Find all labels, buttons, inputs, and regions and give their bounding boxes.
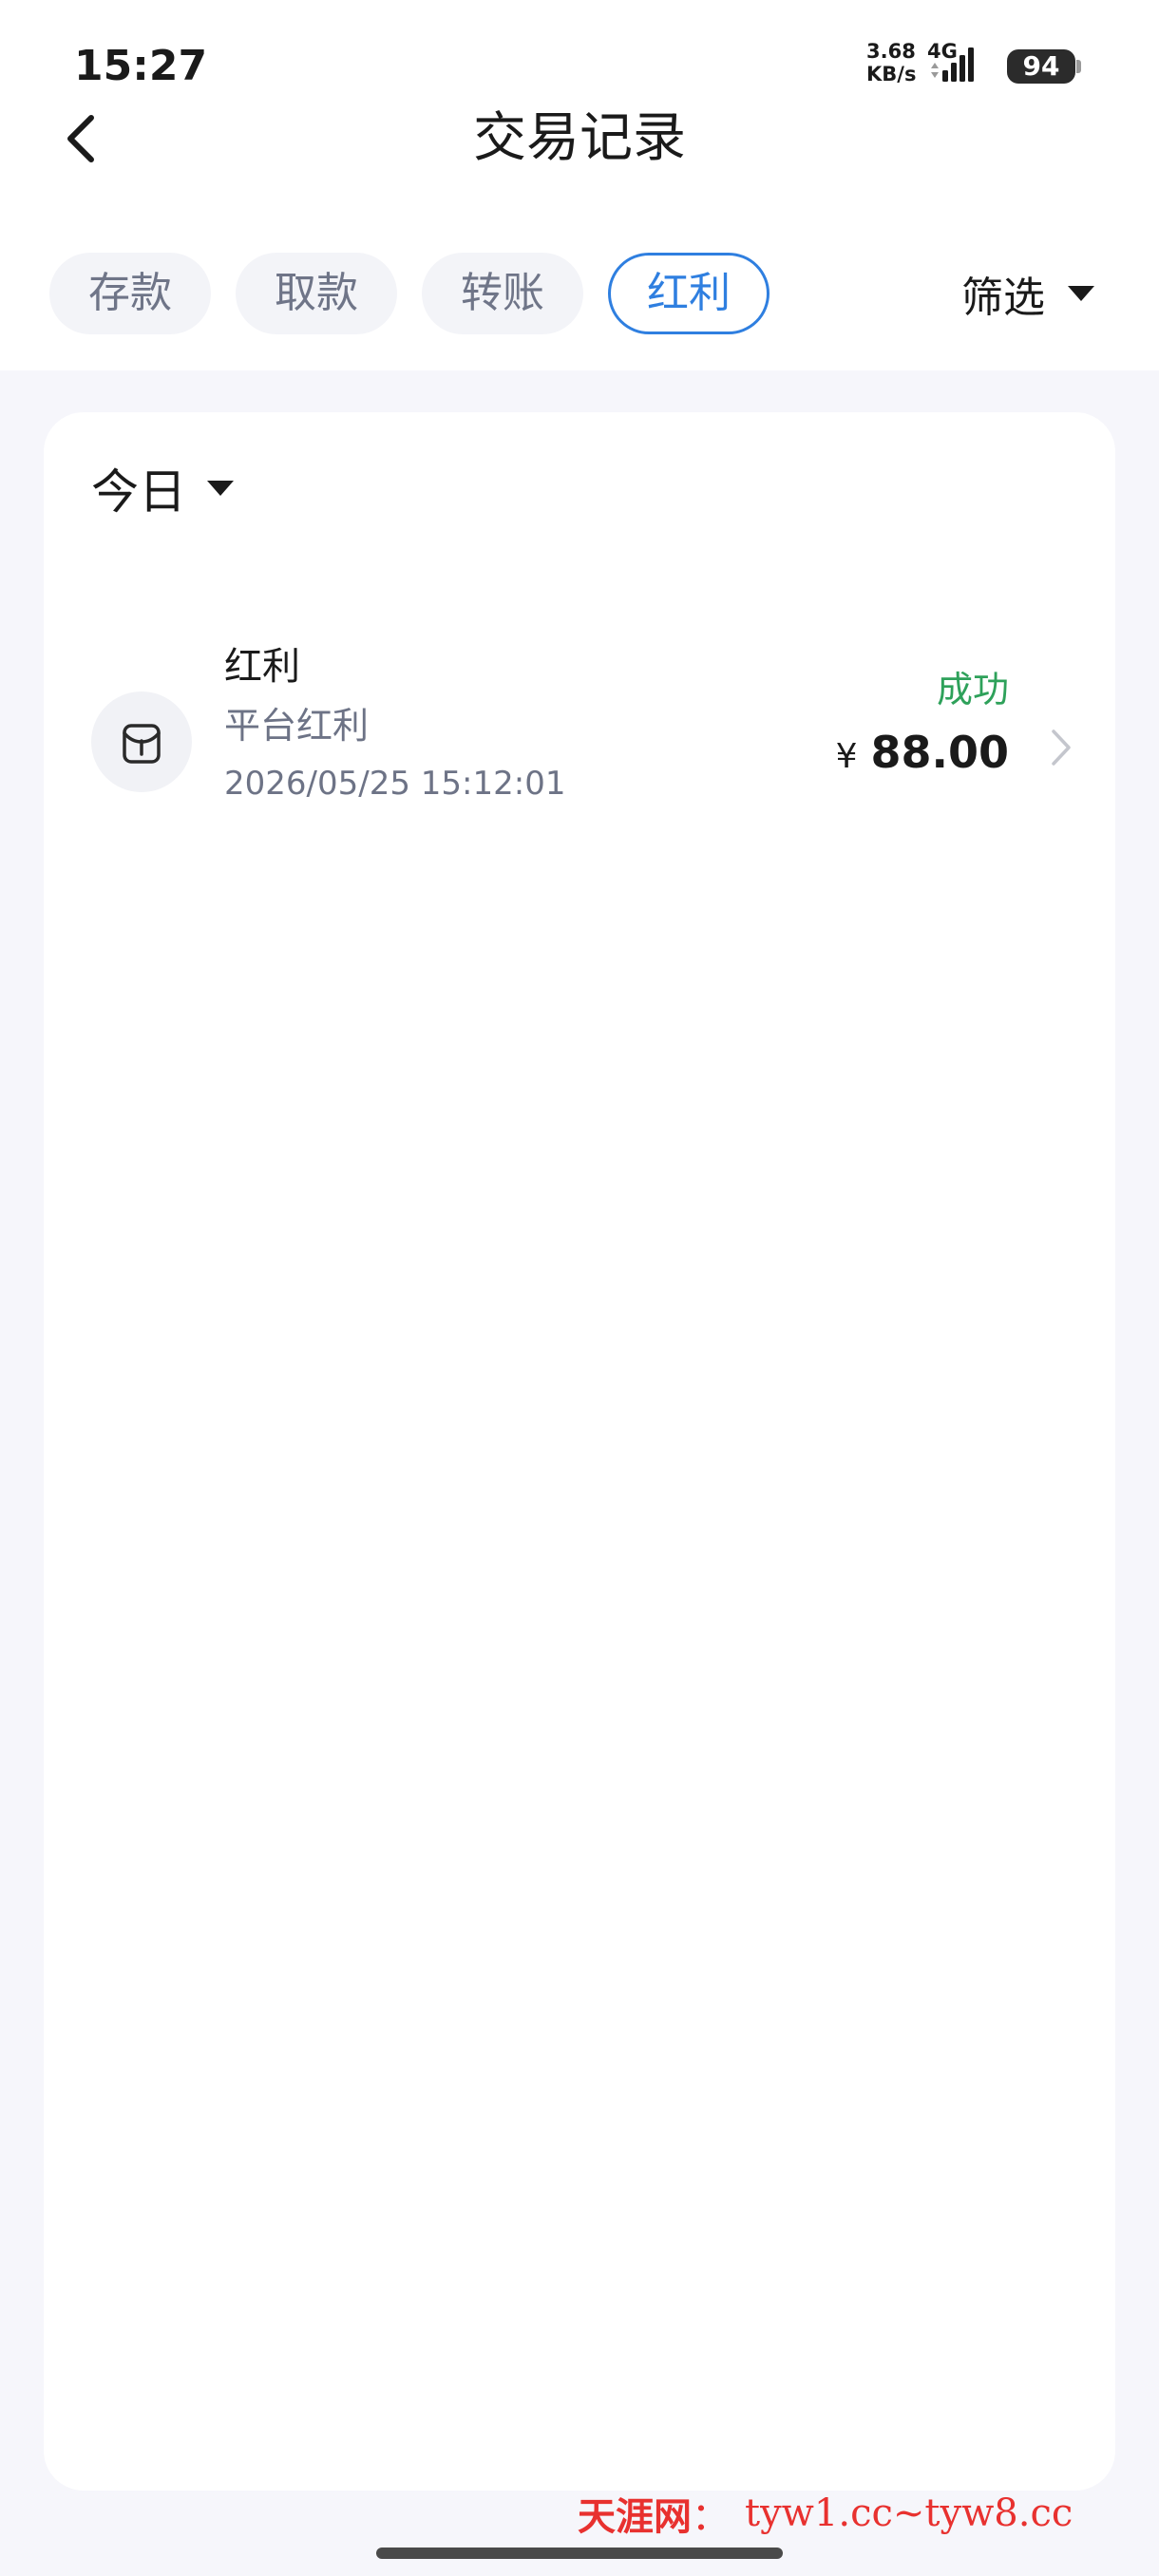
watermark-url: tyw1.cc~tyw8.cc: [745, 2491, 1074, 2535]
filter-label: 筛选: [961, 274, 1045, 322]
records-card: 今日 红利 平台红利 2026/05/25 15:12:01 成功 ¥88.00: [44, 412, 1115, 2491]
watermark: 天涯网 ： tyw1.cc~tyw8.cc: [578, 2485, 1073, 2542]
tab-bonus[interactable]: 红利: [608, 253, 770, 334]
chevron-right-icon: [1052, 729, 1071, 766]
tab-withdraw[interactable]: 取款: [236, 253, 397, 334]
record-description: 平台红利: [224, 705, 370, 747]
caret-down-icon: [1068, 286, 1094, 301]
battery-indicator: 94: [1007, 49, 1075, 84]
status-time: 15:27: [74, 42, 208, 90]
tab-transfer[interactable]: 转账: [422, 253, 583, 334]
record-amount: ¥88.00: [836, 724, 1009, 786]
home-indicator[interactable]: [376, 2548, 783, 2559]
filter-button[interactable]: 筛选: [961, 258, 1094, 329]
record-datetime: 2026/05/25 15:12:01: [224, 765, 566, 803]
signal-icon: [931, 47, 974, 82]
record-status: 成功: [936, 669, 1009, 710]
watermark-separator: ：: [692, 2495, 730, 2539]
date-filter-dropdown[interactable]: 今日: [91, 450, 234, 526]
date-filter-label: 今日: [91, 464, 186, 520]
page-title: 交易记录: [473, 107, 686, 169]
status-bar: 15:27 3.68 KB/s 4G 94: [0, 0, 1159, 104]
amount-value: 88.00: [870, 727, 1009, 778]
record-row[interactable]: 红利 平台红利 2026/05/25 15:12:01 成功 ¥88.00: [44, 640, 1115, 868]
battery-cap: [1076, 60, 1081, 73]
currency-symbol: ¥: [835, 737, 858, 776]
watermark-name: 天涯网: [578, 2494, 692, 2539]
bonus-pouch-icon: [91, 691, 192, 792]
tab-deposit[interactable]: 存款: [49, 253, 211, 334]
record-type: 红利: [224, 645, 300, 689]
caret-down-icon: [207, 481, 234, 496]
network-speed-value: 3.68 KB/s: [866, 40, 917, 85]
